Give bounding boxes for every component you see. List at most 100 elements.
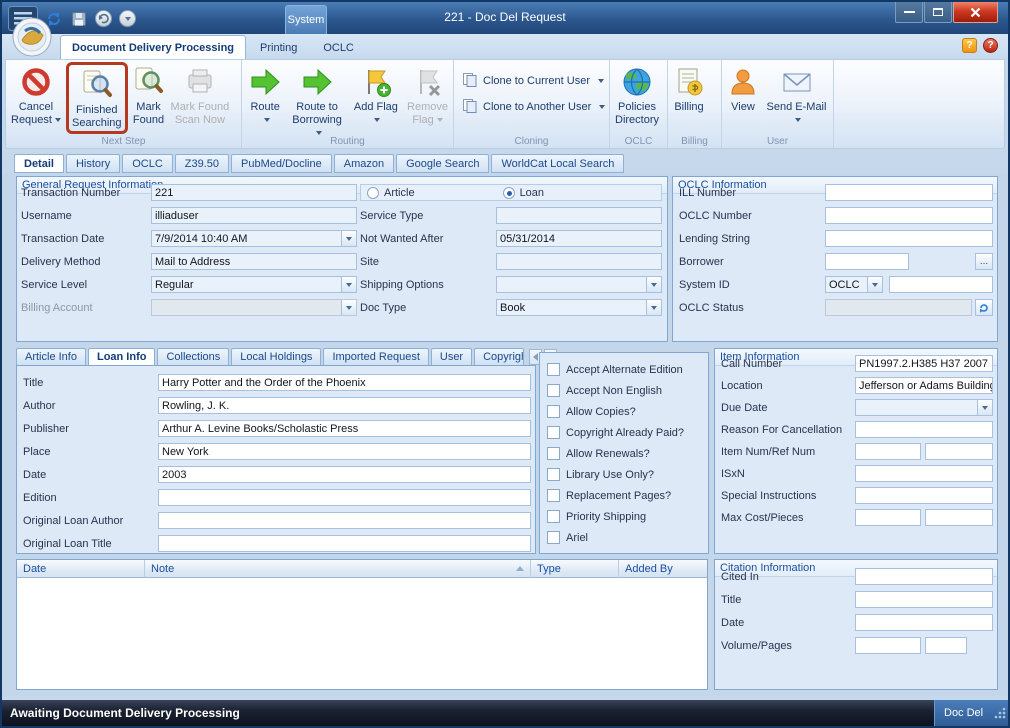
- tab-detail[interactable]: Detail: [14, 154, 64, 173]
- finished-searching-button[interactable]: Finished Searching: [69, 65, 125, 131]
- app-logo[interactable]: [12, 17, 52, 57]
- route-to-borrowing-button[interactable]: Route to Borrowing: [286, 62, 347, 142]
- pages-field[interactable]: [925, 637, 967, 654]
- oclc-number-field[interactable]: [825, 207, 993, 224]
- ill-number-field[interactable]: [825, 184, 993, 201]
- tab-article-info[interactable]: Article Info: [16, 348, 86, 366]
- special-instructions-field[interactable]: [855, 487, 993, 504]
- allow-renewals-checkbox[interactable]: [547, 447, 560, 460]
- author-field[interactable]: Rowling, J. K.: [158, 397, 531, 414]
- tab-local-holdings[interactable]: Local Holdings: [231, 348, 321, 366]
- tab-user[interactable]: User: [431, 348, 472, 366]
- article-radio-label[interactable]: Article: [384, 187, 415, 199]
- not-wanted-after-field[interactable]: 05/31/2014: [496, 230, 662, 247]
- volume-field[interactable]: [855, 637, 921, 654]
- column-header-type[interactable]: Type: [531, 560, 619, 578]
- item-num-field[interactable]: [855, 443, 921, 460]
- service-type-field[interactable]: [496, 207, 662, 224]
- close-button[interactable]: [953, 2, 998, 23]
- tab-document-delivery-processing[interactable]: Document Delivery Processing: [60, 35, 246, 59]
- chevron-down-icon[interactable]: [646, 277, 661, 292]
- chevron-down-icon[interactable]: [341, 231, 356, 246]
- minimize-button[interactable]: [895, 2, 923, 23]
- replacement-pages-checkbox[interactable]: [547, 489, 560, 502]
- tab-copyright[interactable]: Copyright: [474, 348, 524, 366]
- clone-to-another-user-button[interactable]: Clone to Another User: [456, 96, 611, 118]
- column-header-note[interactable]: Note: [145, 560, 531, 578]
- route-button[interactable]: Route: [244, 62, 286, 129]
- mark-found-scan-now-button[interactable]: Mark Found Scan Now: [168, 62, 233, 129]
- cancel-request-button[interactable]: Cancel Request: [8, 62, 64, 129]
- accept-alternate-edition-checkbox[interactable]: [547, 363, 560, 376]
- chevron-down-icon[interactable]: [977, 400, 992, 415]
- transaction-date-dropdown[interactable]: 7/9/2014 10:40 AM: [151, 230, 357, 247]
- tab-oclc[interactable]: OCLC: [311, 35, 366, 59]
- citation-date-field[interactable]: [855, 614, 993, 631]
- tab-loan-info[interactable]: Loan Info: [88, 348, 156, 366]
- allow-copies-checkbox[interactable]: [547, 405, 560, 418]
- place-field[interactable]: New York: [158, 443, 531, 460]
- edition-field[interactable]: [158, 489, 531, 506]
- billing-button[interactable]: Billing: [670, 62, 708, 116]
- maximize-button[interactable]: [924, 2, 952, 23]
- ref-num-field[interactable]: [925, 443, 993, 460]
- mark-found-button[interactable]: Mark Found: [130, 62, 168, 129]
- transaction-number-field[interactable]: 221: [151, 184, 357, 201]
- view-user-button[interactable]: View: [724, 62, 762, 116]
- copyright-already-paid-checkbox[interactable]: [547, 426, 560, 439]
- system-id-dropdown[interactable]: OCLC: [825, 276, 883, 293]
- clone-to-current-user-button[interactable]: Clone to Current User: [456, 70, 611, 92]
- library-use-only-checkbox[interactable]: [547, 468, 560, 481]
- article-radio[interactable]: [367, 187, 379, 199]
- policies-directory-button[interactable]: Policies Directory: [612, 62, 662, 129]
- chevron-down-icon[interactable]: [341, 277, 356, 292]
- doc-type-dropdown[interactable]: Book: [496, 299, 662, 316]
- citation-title-field[interactable]: [855, 591, 993, 608]
- service-level-dropdown[interactable]: Regular: [151, 276, 357, 293]
- remove-flag-button[interactable]: Remove Flag: [404, 62, 451, 129]
- pieces-field[interactable]: [925, 509, 993, 526]
- loan-radio[interactable]: [503, 187, 515, 199]
- tab-amazon[interactable]: Amazon: [334, 154, 394, 173]
- tab-google-search[interactable]: Google Search: [396, 154, 489, 173]
- web-help-icon[interactable]: ?: [962, 38, 977, 53]
- accept-non-english-checkbox[interactable]: [547, 384, 560, 397]
- titlebar[interactable]: 221 - Doc Del Request: [2, 2, 1008, 34]
- help-icon[interactable]: ?: [983, 38, 998, 53]
- chevron-down-icon[interactable]: [867, 277, 882, 292]
- column-header-date[interactable]: Date: [17, 560, 145, 578]
- date-field[interactable]: 2003: [158, 466, 531, 483]
- cited-in-field[interactable]: [855, 568, 993, 585]
- tab-pubmed-docline[interactable]: PubMed/Docline: [231, 154, 332, 173]
- reason-for-cancellation-field[interactable]: [855, 421, 993, 438]
- borrower-field[interactable]: [825, 253, 909, 270]
- ariel-checkbox[interactable]: [547, 531, 560, 544]
- send-email-button[interactable]: Send E-Mail: [762, 62, 831, 129]
- site-field[interactable]: [496, 253, 662, 270]
- chevron-down-icon[interactable]: [646, 300, 661, 315]
- location-field[interactable]: Jefferson or Adams Building: [855, 377, 993, 394]
- tab-imported-request[interactable]: Imported Request: [323, 348, 428, 366]
- tab-printing[interactable]: Printing: [248, 35, 309, 59]
- oclc-status-refresh-button[interactable]: [975, 299, 993, 316]
- borrower-browse-button[interactable]: ...: [975, 253, 993, 270]
- call-number-field[interactable]: PN1997.2.H385 H37 2007: [855, 355, 993, 372]
- priority-shipping-checkbox[interactable]: [547, 510, 560, 523]
- original-loan-title-field[interactable]: [158, 535, 531, 552]
- username-field[interactable]: illiaduser: [151, 207, 357, 224]
- lending-string-field[interactable]: [825, 230, 993, 247]
- max-cost-field[interactable]: [855, 509, 921, 526]
- tab-z3950[interactable]: Z39.50: [175, 154, 229, 173]
- system-id-value-field[interactable]: [889, 276, 993, 293]
- tab-worldcat-local-search[interactable]: WorldCat Local Search: [491, 154, 624, 173]
- resize-grip[interactable]: [993, 706, 1006, 724]
- tab-collections[interactable]: Collections: [157, 348, 229, 366]
- due-date-dropdown[interactable]: [855, 399, 993, 416]
- delivery-method-field[interactable]: Mail to Address: [151, 253, 357, 270]
- add-flag-button[interactable]: Add Flag: [348, 62, 404, 129]
- isxn-field[interactable]: [855, 465, 993, 482]
- notes-table-body[interactable]: [17, 578, 707, 689]
- tab-history[interactable]: History: [66, 154, 120, 173]
- publisher-field[interactable]: Arthur A. Levine Books/Scholastic Press: [158, 420, 531, 437]
- title-field[interactable]: Harry Potter and the Order of the Phoeni…: [158, 374, 531, 391]
